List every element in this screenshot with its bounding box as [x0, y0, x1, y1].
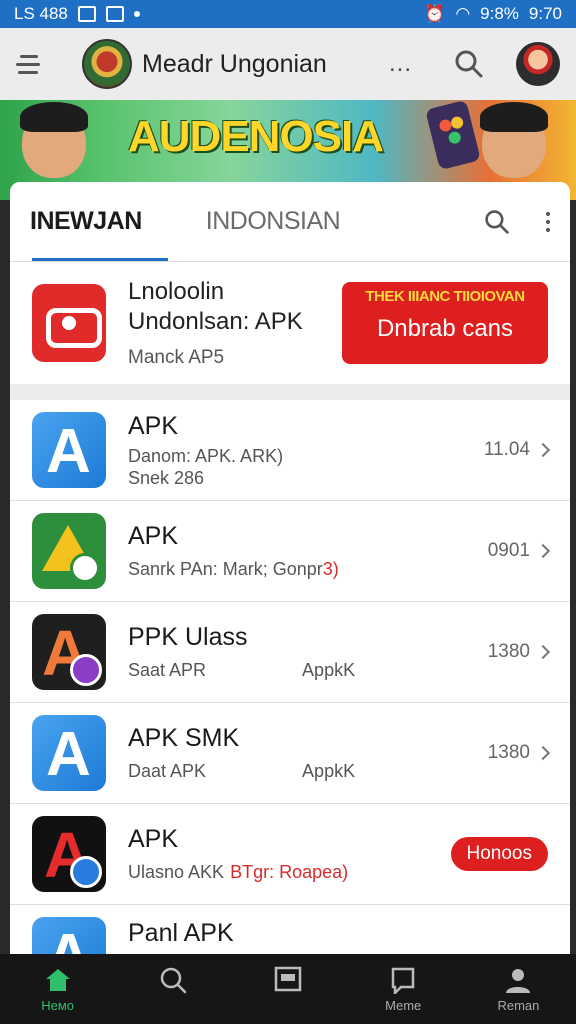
- nav-home[interactable]: Hемо: [0, 954, 115, 1024]
- app-meta: 0901: [487, 540, 530, 561]
- app-subtitle-right: AppkK: [302, 660, 356, 680]
- app-subtitle-red: BTgr: Roapea): [230, 862, 349, 882]
- featured-subtitle: Manck AP5: [128, 347, 225, 368]
- featured-button-tag: THEK IIIANC TIIOIOVAN: [365, 288, 525, 305]
- nav-meme-label: Meme: [385, 997, 422, 1013]
- profile-icon: [506, 968, 531, 993]
- chevron-right-icon: [535, 745, 551, 761]
- tab-inewjan[interactable]: INEWJAN: [30, 207, 142, 236]
- nav-profile-label: Reman: [497, 997, 540, 1013]
- list-item[interactable]: APK Danom: APK. ARK) Snek 286 11.04: [10, 400, 570, 501]
- status-left-text: LS 488: [14, 4, 68, 23]
- app-list: APK Danom: APK. ARK) Snek 286 11.04 APK …: [10, 400, 570, 954]
- app-title: APK: [128, 522, 179, 550]
- window-icon: [274, 966, 302, 991]
- tab-indonsian[interactable]: INDONSIAN: [206, 207, 341, 236]
- black-a-icon: [32, 816, 106, 892]
- nav-profile[interactable]: Reman: [461, 954, 576, 1024]
- banner-character-right: [480, 102, 548, 178]
- install-button[interactable]: Honoos: [450, 837, 548, 871]
- blue-a-icon: [32, 715, 106, 791]
- app-subtitle: Saat APR: [128, 660, 207, 680]
- app-meta: 1380: [487, 742, 530, 763]
- search-icon: [160, 967, 187, 993]
- chevron-right-icon: [535, 442, 551, 458]
- nav-search[interactable]: [115, 954, 230, 1024]
- blue-a-icon: [32, 412, 106, 488]
- app-subtitle: Danom: APK. ARK): [128, 445, 284, 466]
- tab-bar: INEWJAN INDONSIAN: [10, 182, 570, 262]
- app-title: APK: [128, 411, 179, 440]
- list-item[interactable]: APK Sanrk PAn: Mark; Gonpr 3) 0901: [10, 501, 570, 602]
- featured-download-button[interactable]: THEK IIIANC TIIOIOVAN Dnbrab cans: [342, 282, 548, 364]
- app-subtitle: Sanrk PAn: Mark; Gonpr: [128, 559, 323, 579]
- featured-name-line2: Undonlsan: APK: [128, 308, 303, 335]
- featured-name-line1: Lnolоolin: [128, 278, 225, 305]
- nav-meme[interactable]: Meme: [346, 954, 461, 1024]
- banner-phone-art: [425, 100, 481, 171]
- list-item[interactable]: Panl APK 1001: [10, 905, 570, 954]
- app-subtitle-red: 3): [322, 559, 339, 579]
- app-subtitle: Ulasno AKK: [128, 862, 225, 882]
- bottom-nav: Hемо Meme Reman: [0, 954, 576, 1024]
- app-title: PPK Ulass: [128, 623, 248, 651]
- chevron-right-icon: [535, 543, 551, 559]
- app-meta: 1380: [487, 641, 530, 662]
- blue-a-icon: [32, 917, 106, 954]
- list-item[interactable]: APK SMK Daat APK AppkK 1380: [10, 703, 570, 804]
- wifi-icon: ◠: [455, 4, 471, 23]
- avatar[interactable]: [516, 42, 560, 86]
- status-bar: LS 488 ⏰ ◠ 9:8% 9:70: [0, 0, 576, 28]
- battery-percent: 9:8%: [480, 4, 519, 23]
- list-item[interactable]: APK Ulasno AKK BTgr: Roapea) Honoos: [10, 804, 570, 905]
- list-item[interactable]: PPK Ulass Saat APR AppkK 1380: [10, 602, 570, 703]
- dot-icon: [133, 11, 140, 17]
- nav-home-label: Hемо: [41, 997, 74, 1013]
- tab-search-icon[interactable]: [484, 209, 510, 235]
- home-icon: [45, 968, 70, 991]
- nav-window[interactable]: [230, 954, 345, 1024]
- app-title: APK: [128, 825, 179, 853]
- kebab-menu-icon[interactable]: [546, 211, 550, 232]
- app-bar: Meadr Ungonian ...: [0, 28, 576, 100]
- search-icon[interactable]: [454, 49, 484, 79]
- app-title: APK SMK: [128, 724, 240, 752]
- drive-icon: [32, 513, 106, 589]
- main-card: INEWJAN INDONSIAN Lnolоolin Undonlsan: A…: [10, 182, 570, 954]
- dark-a-icon: [32, 614, 106, 690]
- featured-app-icon: [32, 284, 106, 362]
- featured-app[interactable]: Lnolоolin Undonlsan: APK Manck AP5 THEK …: [10, 262, 570, 400]
- app-title: Panl APK: [128, 919, 234, 947]
- app-logo: [82, 39, 132, 89]
- clock: 9:70: [528, 4, 562, 23]
- app-subtitle-2: Snek 286: [128, 467, 205, 488]
- featured-button-label: Dnbrab cans: [376, 315, 514, 342]
- alarm-icon: ⏰: [424, 4, 446, 23]
- menu-icon[interactable]: [16, 46, 52, 82]
- bookmark-icon: [391, 967, 415, 994]
- app-subtitle-right: AppkK: [302, 761, 356, 781]
- notification-icon: [105, 6, 124, 22]
- chevron-right-icon: [535, 644, 551, 660]
- app-subtitle: Daat APK: [128, 761, 207, 781]
- gallery-icon: [77, 6, 96, 22]
- app-meta: 11.04: [483, 439, 530, 460]
- banner-character-left: [20, 102, 88, 178]
- tab-indicator: [32, 258, 168, 261]
- more-icon[interactable]: ...: [389, 50, 412, 78]
- banner-title: AUDENOSIA: [128, 112, 384, 161]
- app-title: Meadr Ungonian: [142, 49, 327, 78]
